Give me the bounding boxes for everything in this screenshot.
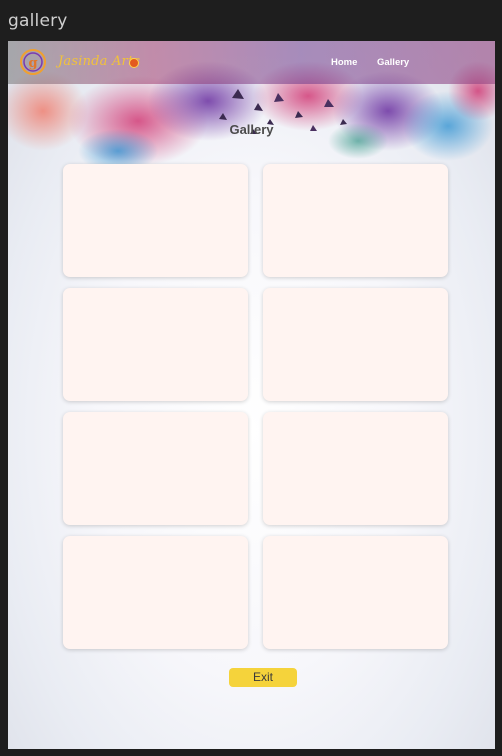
app-frame: g Jasinda Arts Home Gallery Gallery Exit (8, 41, 495, 749)
nav-link-gallery[interactable]: Gallery (377, 57, 409, 68)
gallery-card[interactable] (263, 288, 448, 401)
brand-logo-icon[interactable]: g (20, 49, 46, 75)
nav-link-home[interactable]: Home (331, 57, 357, 68)
page-title: Gallery (229, 122, 274, 137)
exit-button[interactable]: Exit (229, 668, 297, 687)
gallery-card[interactable] (263, 412, 448, 525)
brand-name[interactable]: Jasinda Arts (58, 54, 140, 69)
gallery-card[interactable] (263, 536, 448, 649)
gallery-card[interactable] (263, 164, 448, 277)
svg-text:g: g (28, 56, 37, 71)
gallery-card[interactable] (63, 536, 248, 649)
gallery-card[interactable] (63, 288, 248, 401)
window-title: gallery (8, 11, 68, 31)
top-navbar: g Jasinda Arts Home Gallery (8, 41, 495, 84)
brand-ornament-icon (129, 58, 139, 68)
gallery-card[interactable] (63, 412, 248, 525)
gallery-card[interactable] (63, 164, 248, 277)
